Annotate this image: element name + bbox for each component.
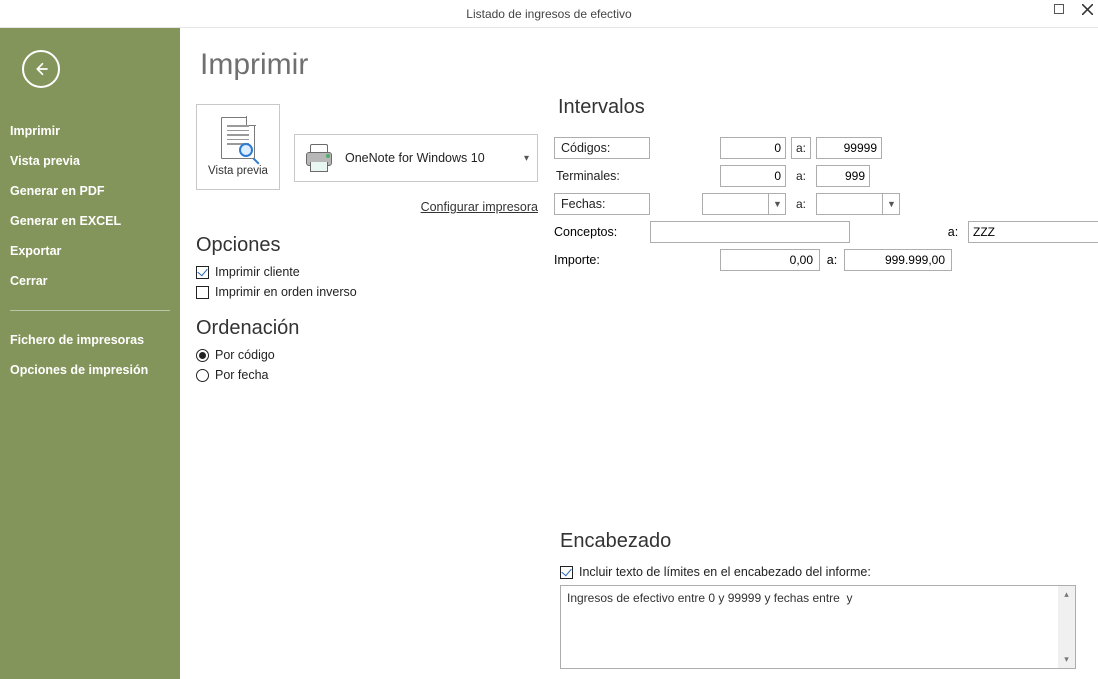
checkbox-icon xyxy=(196,286,209,299)
fechas-label-button[interactable]: Fechas: xyxy=(554,193,650,215)
sidebar-item-cerrar[interactable]: Cerrar xyxy=(0,266,180,296)
incluir-texto-limites-checkbox[interactable]: Incluir texto de límites en el encabezad… xyxy=(560,565,1080,579)
printer-select[interactable]: OneNote for Windows 10 ▾ xyxy=(294,134,538,182)
sidebar-item-generar-excel[interactable]: Generar en EXCEL xyxy=(0,206,180,236)
document-preview-icon xyxy=(221,117,255,159)
sidebar-divider xyxy=(10,310,170,311)
chevron-down-icon: ▾ xyxy=(524,153,529,164)
ordenacion-title: Ordenación xyxy=(196,317,538,340)
scroll-up-icon[interactable]: ▴ xyxy=(1058,586,1075,603)
back-button[interactable] xyxy=(22,50,60,88)
a-label: a: xyxy=(786,169,816,183)
vista-previa-caption: Vista previa xyxy=(208,165,268,177)
encabezado-title: Encabezado xyxy=(560,530,1080,553)
codigos-label-button[interactable]: Códigos: xyxy=(554,137,650,159)
conceptos-to-input[interactable] xyxy=(968,221,1098,243)
terminales-to-input[interactable] xyxy=(816,165,870,187)
conceptos-from-input[interactable] xyxy=(650,221,850,243)
printer-name: OneNote for Windows 10 xyxy=(345,151,485,165)
encabezado-textarea[interactable] xyxy=(561,586,1058,668)
configurar-impresora-link[interactable]: Configurar impresora xyxy=(421,200,538,214)
title-bar: Listado de ingresos de efectivo xyxy=(0,0,1098,28)
sidebar-item-imprimir[interactable]: Imprimir xyxy=(0,116,180,146)
vista-previa-button[interactable]: Vista previa xyxy=(196,104,280,190)
arrow-left-icon xyxy=(32,60,50,78)
sidebar-item-vista-previa[interactable]: Vista previa xyxy=(0,146,180,176)
importe-label: Importe: xyxy=(554,253,650,267)
window-title: Listado de ingresos de efectivo xyxy=(466,7,631,21)
intervalos-title: Intervalos xyxy=(558,96,1098,119)
maximize-icon[interactable] xyxy=(1052,2,1066,16)
por-fecha-radio[interactable]: Por fecha xyxy=(196,368,538,382)
sidebar-item-generar-pdf[interactable]: Generar en PDF xyxy=(0,176,180,206)
codigos-from-input[interactable] xyxy=(720,137,786,159)
scrollbar[interactable]: ▴ ▾ xyxy=(1058,586,1075,668)
terminales-label: Terminales: xyxy=(554,169,650,183)
radio-icon xyxy=(196,349,209,362)
scroll-down-icon[interactable]: ▾ xyxy=(1058,651,1075,668)
window-controls xyxy=(1052,2,1094,16)
fechas-to-input[interactable] xyxy=(816,193,900,215)
checkbox-icon xyxy=(196,266,209,279)
page-title: Imprimir xyxy=(200,48,1084,82)
a-label: a: xyxy=(786,197,816,211)
conceptos-label: Conceptos: xyxy=(554,225,650,239)
por-codigo-radio[interactable]: Por código xyxy=(196,348,538,362)
importe-to-input[interactable] xyxy=(844,249,952,271)
a-label: a: xyxy=(938,225,968,239)
encabezado-section: Encabezado Incluir texto de límites en e… xyxy=(560,512,1080,669)
fechas-from-input[interactable] xyxy=(702,193,786,215)
sidebar-item-opciones-impresion[interactable]: Opciones de impresión xyxy=(0,355,180,385)
opciones-title: Opciones xyxy=(196,234,538,257)
sidebar-item-fichero-impresoras[interactable]: Fichero de impresoras xyxy=(0,325,180,355)
importe-from-input[interactable] xyxy=(720,249,820,271)
sidebar: Imprimir Vista previa Generar en PDF Gen… xyxy=(0,28,180,679)
codigos-to-input[interactable] xyxy=(816,137,882,159)
radio-icon xyxy=(196,369,209,382)
a-label: a: xyxy=(820,253,844,267)
printer-icon xyxy=(303,144,335,172)
imprimir-orden-inverso-checkbox[interactable]: Imprimir en orden inverso xyxy=(196,285,538,299)
encabezado-textarea-container: ▴ ▾ xyxy=(560,585,1076,669)
imprimir-cliente-checkbox[interactable]: Imprimir cliente xyxy=(196,265,538,279)
close-icon[interactable] xyxy=(1080,2,1094,16)
a-label: a: xyxy=(791,137,811,159)
sidebar-item-exportar[interactable]: Exportar xyxy=(0,236,180,266)
terminales-from-input[interactable] xyxy=(720,165,786,187)
checkbox-icon xyxy=(560,566,573,579)
